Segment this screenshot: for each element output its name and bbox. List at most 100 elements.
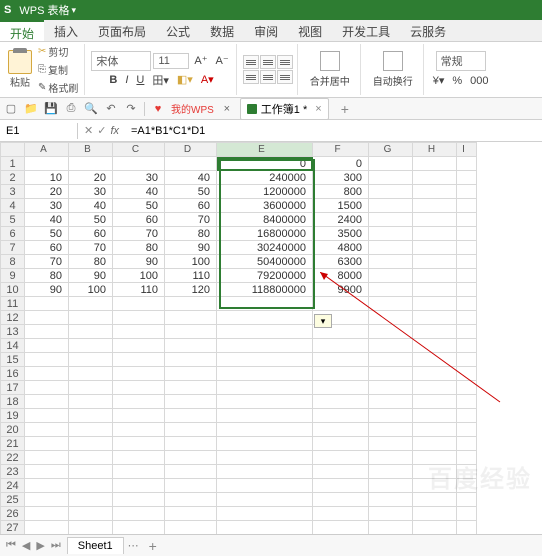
cell-A21[interactable] [25,437,69,451]
cell-G19[interactable] [369,409,413,423]
cell-H18[interactable] [413,395,457,409]
cell-C5[interactable]: 60 [113,213,165,227]
menu-tab-3[interactable]: 公式 [156,20,200,41]
cell-F9[interactable]: 8000 [313,269,369,283]
row-header-17[interactable]: 17 [1,381,25,395]
cell-B11[interactable] [69,297,113,311]
align-right[interactable] [277,70,293,84]
bold-button[interactable]: B [106,73,120,87]
wrap-text-button[interactable]: 自动换行 [367,49,419,90]
font-size-select[interactable]: 11 [153,53,189,69]
col-header-B[interactable]: B [69,143,113,157]
cell-H16[interactable] [413,367,457,381]
decrease-font-button[interactable]: A⁻ [213,53,232,68]
border-button[interactable]: 田▾ [149,71,172,89]
cell-H9[interactable] [413,269,457,283]
cell-C12[interactable] [113,311,165,325]
fill-color-button[interactable]: ◧▾ [174,72,196,87]
cell-G5[interactable] [369,213,413,227]
cell-B17[interactable] [69,381,113,395]
cell-D23[interactable] [165,465,217,479]
cell-B15[interactable] [69,353,113,367]
col-header-F[interactable]: F [313,143,369,157]
qat-undo-icon[interactable]: ↶ [104,102,118,116]
cell-I3[interactable] [457,185,477,199]
close-mywps-icon[interactable]: × [220,102,234,116]
cell-D5[interactable]: 70 [165,213,217,227]
cell-F27[interactable] [313,521,369,535]
comma-button[interactable]: 000 [467,74,491,88]
row-header-27[interactable]: 27 [1,521,25,535]
row-header-9[interactable]: 9 [1,269,25,283]
cell-B14[interactable] [69,339,113,353]
cell-B21[interactable] [69,437,113,451]
name-box[interactable]: E1 [0,123,78,139]
cell-B19[interactable] [69,409,113,423]
cell-G25[interactable] [369,493,413,507]
cell-F16[interactable] [313,367,369,381]
cell-D3[interactable]: 50 [165,185,217,199]
italic-button[interactable]: I [122,73,131,87]
cell-C14[interactable] [113,339,165,353]
row-header-12[interactable]: 12 [1,311,25,325]
cell-A16[interactable] [25,367,69,381]
cell-B1[interactable] [69,157,113,171]
paste-button[interactable]: 粘贴 [8,50,32,89]
cell-C13[interactable] [113,325,165,339]
menu-tab-6[interactable]: 视图 [288,20,332,41]
row-header-20[interactable]: 20 [1,423,25,437]
cell-A19[interactable] [25,409,69,423]
cell-C22[interactable] [113,451,165,465]
cell-C19[interactable] [113,409,165,423]
cell-I25[interactable] [457,493,477,507]
cell-B13[interactable] [69,325,113,339]
cell-D7[interactable]: 90 [165,241,217,255]
cell-E10[interactable]: 118800000 [217,283,313,297]
cell-C1[interactable] [113,157,165,171]
cell-C7[interactable]: 80 [113,241,165,255]
cell-F2[interactable]: 300 [313,171,369,185]
cell-H26[interactable] [413,507,457,521]
cell-H12[interactable] [413,311,457,325]
accept-formula-icon[interactable]: ✓ [97,124,106,137]
cell-F11[interactable] [313,297,369,311]
cell-A8[interactable]: 70 [25,255,69,269]
cell-F21[interactable] [313,437,369,451]
sheet-nav-next[interactable]: ▶ [34,539,46,552]
cell-A14[interactable] [25,339,69,353]
cell-H5[interactable] [413,213,457,227]
cell-E14[interactable] [217,339,313,353]
cell-H25[interactable] [413,493,457,507]
cell-E8[interactable]: 50400000 [217,255,313,269]
cell-H14[interactable] [413,339,457,353]
cell-D12[interactable] [165,311,217,325]
cell-E7[interactable]: 30240000 [217,241,313,255]
align-top-center[interactable] [260,55,276,69]
cell-A9[interactable]: 80 [25,269,69,283]
cell-E24[interactable] [217,479,313,493]
cell-E4[interactable]: 3600000 [217,199,313,213]
sheet-tab[interactable]: Sheet1 [67,537,124,554]
row-header-16[interactable]: 16 [1,367,25,381]
cell-H8[interactable] [413,255,457,269]
cell-A5[interactable]: 40 [25,213,69,227]
row-header-25[interactable]: 25 [1,493,25,507]
row-header-2[interactable]: 2 [1,171,25,185]
cell-E18[interactable] [217,395,313,409]
col-header-D[interactable]: D [165,143,217,157]
font-name-select[interactable]: 宋体 [91,51,151,71]
cell-E26[interactable] [217,507,313,521]
menu-tab-4[interactable]: 数据 [200,20,244,41]
cell-D14[interactable] [165,339,217,353]
cell-H15[interactable] [413,353,457,367]
sheet-nav-last[interactable]: ⏭ [49,539,63,552]
align-top-right[interactable] [277,55,293,69]
cell-G26[interactable] [369,507,413,521]
cancel-formula-icon[interactable]: ✕ [84,124,93,137]
cell-D15[interactable] [165,353,217,367]
cell-A7[interactable]: 60 [25,241,69,255]
cell-H2[interactable] [413,171,457,185]
cell-I22[interactable] [457,451,477,465]
autofill-options-button[interactable]: ▾ [314,314,332,328]
cell-D10[interactable]: 120 [165,283,217,297]
